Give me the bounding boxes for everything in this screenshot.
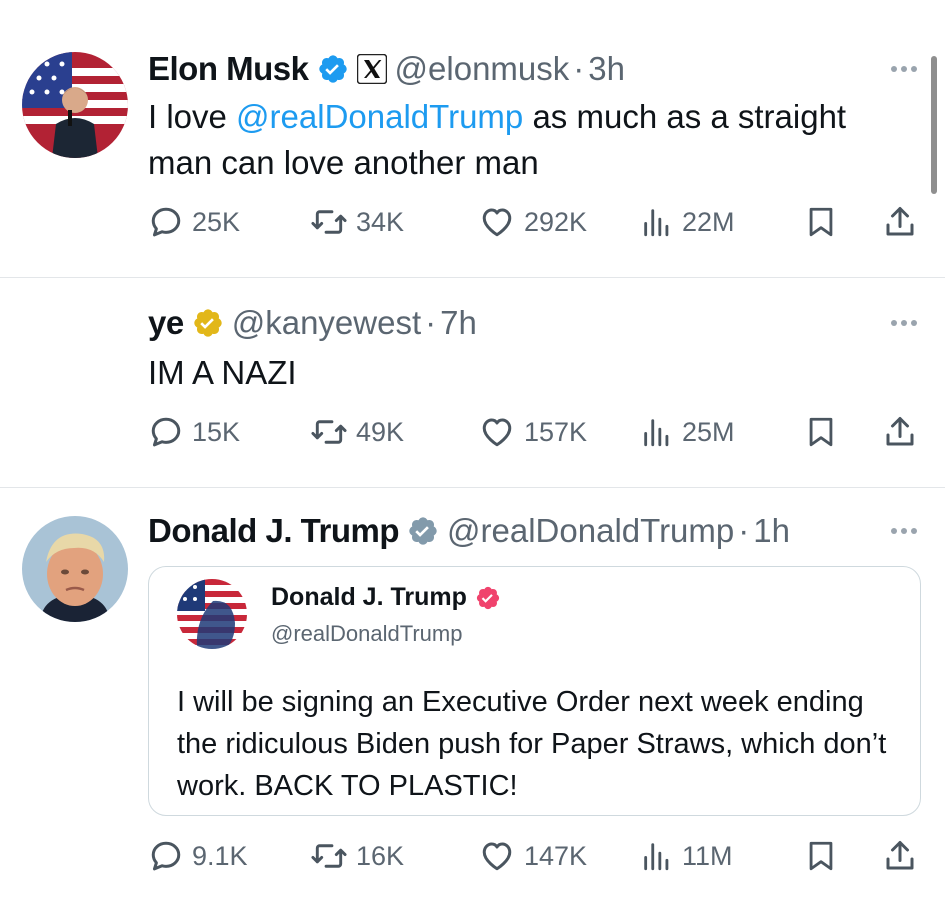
timestamp[interactable]: 3h [588,50,625,88]
tweet-kanye-west[interactable]: ye @kanyewest · 7h IM A NAZI 15K 49K 157… [0,278,945,486]
tweet-text-start: I love [148,98,237,135]
reply-icon [151,417,181,447]
verified-badge-pink-icon[interactable] [475,585,501,611]
author-name[interactable]: Elon Musk [148,50,309,88]
tweet-text: IM A NAZI [148,354,297,391]
repost-icon [311,844,347,868]
reply-count: 9.1K [192,840,248,871]
bookmark-icon [809,841,833,871]
verified-badge-gray-icon[interactable] [407,515,439,547]
heart-icon [482,842,512,871]
views-count: 22M [682,206,735,237]
author-name[interactable]: ye [148,304,184,342]
share-icon [886,207,914,236]
like-count: 292K [524,206,588,237]
tweet-elon-musk[interactable]: Elon Musk @elonmusk · 3h I love @realDon… [0,0,945,277]
separator: · [738,512,750,549]
more-options-icon[interactable] [891,528,917,534]
views-button[interactable]: 11M [640,838,733,874]
tweet-header: Elon Musk @elonmusk · 3h [148,46,625,92]
bookmark-button[interactable] [804,838,838,874]
bar-chart-icon [644,419,669,447]
more-options-icon[interactable] [891,320,917,326]
bar-chart-icon [644,209,669,237]
timestamp[interactable]: 1h [753,512,790,550]
repost-button[interactable]: 34K [310,204,404,240]
bookmark-button[interactable] [804,204,838,240]
like-count: 147K [524,840,588,871]
tweet-text: I love @realDonaldTrump as much as a str… [148,94,918,186]
avatar[interactable] [22,52,128,158]
author-name[interactable]: Donald J. Trump [148,512,400,550]
share-button[interactable] [882,838,918,874]
repost-count: 34K [356,206,405,237]
reply-icon [151,841,181,871]
quoted-author: Donald J. Trump [271,583,501,612]
repost-count: 16K [356,840,405,871]
repost-icon [311,210,347,234]
reply-button[interactable]: 9.1K [148,838,248,874]
views-count: 25M [682,416,735,447]
like-button[interactable]: 157K [478,414,587,450]
more-options-icon[interactable] [891,66,917,72]
action-bar: 15K 49K 157K 25M [148,414,918,454]
views-button[interactable]: 25M [640,414,735,450]
reply-button[interactable]: 15K [148,414,240,450]
reply-icon [151,207,181,237]
share-button[interactable] [882,414,918,450]
quoted-tweet-text: I will be signing an Executive Order nex… [177,686,887,802]
avatar[interactable] [22,516,128,622]
quoted-author-name[interactable]: Donald J. Trump [271,583,467,612]
share-icon [886,841,914,870]
like-button[interactable]: 292K [478,204,587,240]
separator: · [425,304,437,341]
verified-badge-icon[interactable] [317,53,349,85]
mention-link[interactable]: @realDonaldTrump [236,98,523,135]
share-button[interactable] [882,204,918,240]
author-handle[interactable]: @kanyewest [232,304,421,342]
share-icon [886,417,914,446]
tweet-header: ye @kanyewest · 7h [148,300,477,346]
repost-button[interactable]: 49K [310,414,404,450]
divider [0,487,945,488]
x-logo-icon[interactable] [356,54,387,84]
verified-badge-gold-icon[interactable] [192,307,224,339]
author-handle[interactable]: @elonmusk [395,50,570,88]
reply-count: 25K [192,206,241,237]
separator: · [573,50,585,87]
quoted-avatar[interactable] [177,579,247,649]
tweet-header: Donald J. Trump @realDonaldTrump · 1h [148,508,790,554]
heart-icon [482,418,512,447]
quoted-author-handle[interactable]: @realDonaldTrump [271,621,462,647]
author-handle[interactable]: @realDonaldTrump [447,512,734,550]
timestamp[interactable]: 7h [440,304,477,342]
quoted-tweet[interactable]: Donald J. Trump @realDonaldTrump I will … [148,566,921,816]
scrollbar[interactable] [931,56,937,194]
bar-chart-icon [644,843,669,871]
repost-button[interactable]: 16K [310,838,404,874]
repost-icon [311,420,347,444]
like-count: 157K [524,416,588,447]
bookmark-icon [809,207,833,237]
bookmark-icon [809,417,833,447]
bookmark-button[interactable] [804,414,838,450]
reply-count: 15K [192,416,241,447]
reply-button[interactable]: 25K [148,204,240,240]
action-bar: 9.1K 16K 147K 11M [148,838,918,878]
heart-icon [482,208,512,237]
repost-count: 49K [356,416,405,447]
views-button[interactable]: 22M [640,204,735,240]
views-count: 11M [682,840,733,871]
action-bar: 25K 34K 292K 22M [148,204,918,244]
like-button[interactable]: 147K [478,838,587,874]
